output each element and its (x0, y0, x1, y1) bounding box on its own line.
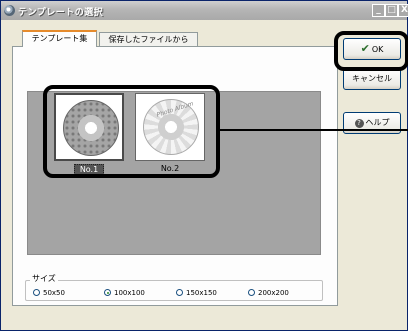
tab-saved-files[interactable]: 保存したファイルから (99, 32, 198, 47)
question-icon: ? (354, 119, 364, 128)
size-option-label: 100x100 (114, 289, 145, 297)
window-title: テンプレートの選択 (18, 8, 104, 18)
maximize-button[interactable]: □ (385, 4, 398, 17)
radio-circle-icon (248, 289, 255, 296)
tab-template-collection[interactable]: テンプレート集 (22, 30, 97, 47)
callout-frame-ok (334, 31, 408, 71)
size-radio-50[interactable]: 50x50 (33, 288, 65, 298)
size-option-label: 50x50 (43, 289, 65, 297)
app-disc-icon (4, 5, 15, 16)
size-option-label: 200x200 (258, 289, 289, 297)
radio-circle-icon (33, 289, 40, 296)
size-group-legend: サイズ (30, 273, 58, 284)
minimize-button[interactable]: _ (372, 4, 385, 17)
cancel-button[interactable]: キャンセル (343, 68, 401, 90)
callout-frame-templates (43, 85, 220, 178)
close-button[interactable]: X (398, 4, 408, 17)
template-dialog: テンプレートの選択 _ □ X 保存したファイルから テンプレート集 Photo… (0, 0, 408, 331)
size-option-label: 150x150 (186, 289, 217, 297)
help-label: ヘルプ (365, 118, 390, 127)
title-bar[interactable]: テンプレートの選択 _ □ X (1, 1, 408, 20)
callout-line (219, 129, 408, 131)
size-radio-100[interactable]: 100x100 (104, 288, 145, 298)
radio-selected-icon (104, 289, 111, 296)
radio-circle-icon (176, 289, 183, 296)
size-radio-200[interactable]: 200x200 (248, 288, 289, 298)
size-radio-150[interactable]: 150x150 (176, 288, 217, 298)
